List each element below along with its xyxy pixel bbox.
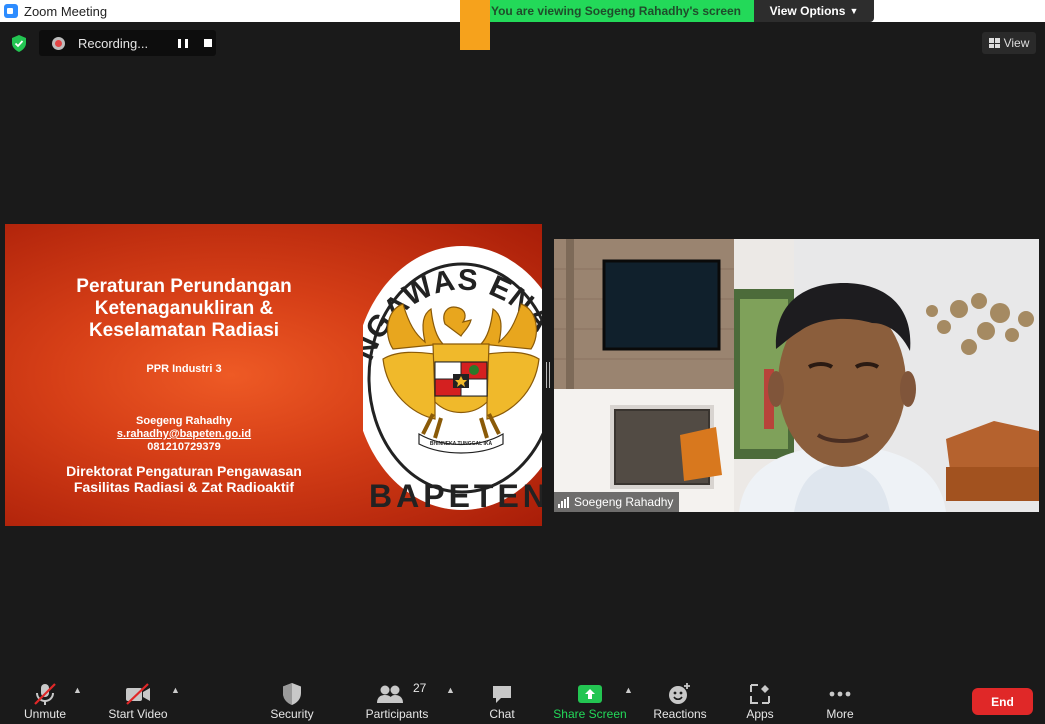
slide-accent-tab <box>460 0 490 50</box>
slide-subtitle: PPR Industri 3 <box>146 363 222 375</box>
grid-view-icon <box>988 38 1000 48</box>
more-label: More <box>826 707 854 721</box>
zoom-app-icon <box>4 4 18 18</box>
reactions-button[interactable]: Reactions <box>650 676 710 724</box>
more-dots-icon <box>829 691 851 697</box>
reactions-label: Reactions <box>653 707 707 721</box>
chat-bubble-icon <box>493 686 511 703</box>
chat-label: Chat <box>489 707 515 721</box>
apps-button[interactable]: Apps <box>740 676 780 724</box>
recording-indicator: Recording... <box>39 30 216 56</box>
view-options-button[interactable]: View Options ▼ <box>754 0 874 22</box>
participants-label: Participants <box>365 707 429 721</box>
participants-count: 27 <box>413 681 427 695</box>
unmute-button[interactable]: Unmute <box>18 676 72 724</box>
slide-directorate: Direktorat Pengaturan Pengawasan Fasilit… <box>5 463 363 495</box>
slide-directorate-line: Fasilitas Radiasi & Zat Radioaktif <box>73 479 295 495</box>
split-divider-handle[interactable] <box>546 362 550 388</box>
security-shield-icon <box>283 683 301 705</box>
slide-directorate-line: Direktorat Pengaturan Pengawasan <box>66 463 302 479</box>
video-camera-off-icon <box>126 683 150 705</box>
logo-motto: BHINNEKA TUNGGAL IKA <box>430 441 493 447</box>
share-options-chevron-icon[interactable]: ▲ <box>624 685 633 695</box>
share-screen-button[interactable]: Share Screen <box>552 676 628 724</box>
slide-title-line: Peraturan Perundangan <box>76 276 292 297</box>
security-label: Security <box>270 707 314 721</box>
reactions-smiley-icon <box>669 683 690 704</box>
participant-name-tag: Soegeng Rahadhy <box>554 492 680 512</box>
view-button[interactable]: View <box>982 32 1036 54</box>
participant-video-tile[interactable]: Soegeng Rahadhy <box>554 239 1039 512</box>
start-video-label: Start Video <box>108 707 168 721</box>
unmute-label: Unmute <box>23 707 67 721</box>
slide-author: Soegeng Rahadhy <box>136 415 232 427</box>
microphone-muted-icon <box>34 683 56 705</box>
end-meeting-button[interactable]: End <box>972 688 1033 715</box>
view-button-label: View <box>1003 36 1030 50</box>
apps-icon <box>750 684 770 704</box>
slide-email: s.rahadhy@bapeten.go.id <box>116 428 252 440</box>
slide-title-line: Keselamatan Radiasi <box>88 320 280 341</box>
window-title: Zoom Meeting <box>24 3 108 19</box>
participant-name: Soegeng Rahadhy <box>574 495 674 509</box>
video-frame <box>554 239 1039 512</box>
chevron-down-icon: ▼ <box>849 6 859 16</box>
bapeten-logo: NGAWAS ENA BAPETEN BHINNEKA TUNGGAL IKA <box>347 224 542 526</box>
stop-recording-button[interactable] <box>204 39 212 47</box>
shared-screen-slide: Peraturan Perundangan Ketenaganukliran &… <box>5 224 542 526</box>
encryption-shield-icon[interactable] <box>11 35 27 52</box>
participants-icon <box>377 685 403 703</box>
view-options-label: View Options <box>769 4 846 18</box>
share-screen-label: Share Screen <box>553 707 627 721</box>
participants-options-chevron-icon[interactable]: ▲ <box>446 685 455 695</box>
signal-strength-icon <box>558 496 569 508</box>
audio-options-chevron-icon[interactable]: ▲ <box>73 685 82 695</box>
security-button[interactable]: Security <box>264 676 320 724</box>
more-button[interactable]: More <box>820 676 860 724</box>
share-screen-icon <box>578 685 602 703</box>
recording-dot-icon <box>52 36 65 50</box>
logo-bottom-text: BAPETEN <box>369 478 542 514</box>
slide-title: Peraturan Perundangan Ketenaganukliran &… <box>5 276 363 342</box>
viewing-screen-banner: You are viewing Soegeng Rahadhy's screen <box>478 0 754 22</box>
recording-label: Recording... <box>78 35 149 51</box>
chat-button[interactable]: Chat <box>480 676 524 724</box>
slide-phone: 081210729379 <box>147 441 221 453</box>
pause-recording-button[interactable] <box>178 38 188 48</box>
slide-title-line: Ketenaganukliran & <box>94 298 274 319</box>
start-video-button[interactable]: Start Video <box>104 676 172 724</box>
meeting-toolbar: Unmute ▲ Start Video ▲ Security Particip… <box>0 676 1045 724</box>
apps-label: Apps <box>746 707 774 721</box>
video-options-chevron-icon[interactable]: ▲ <box>171 685 180 695</box>
